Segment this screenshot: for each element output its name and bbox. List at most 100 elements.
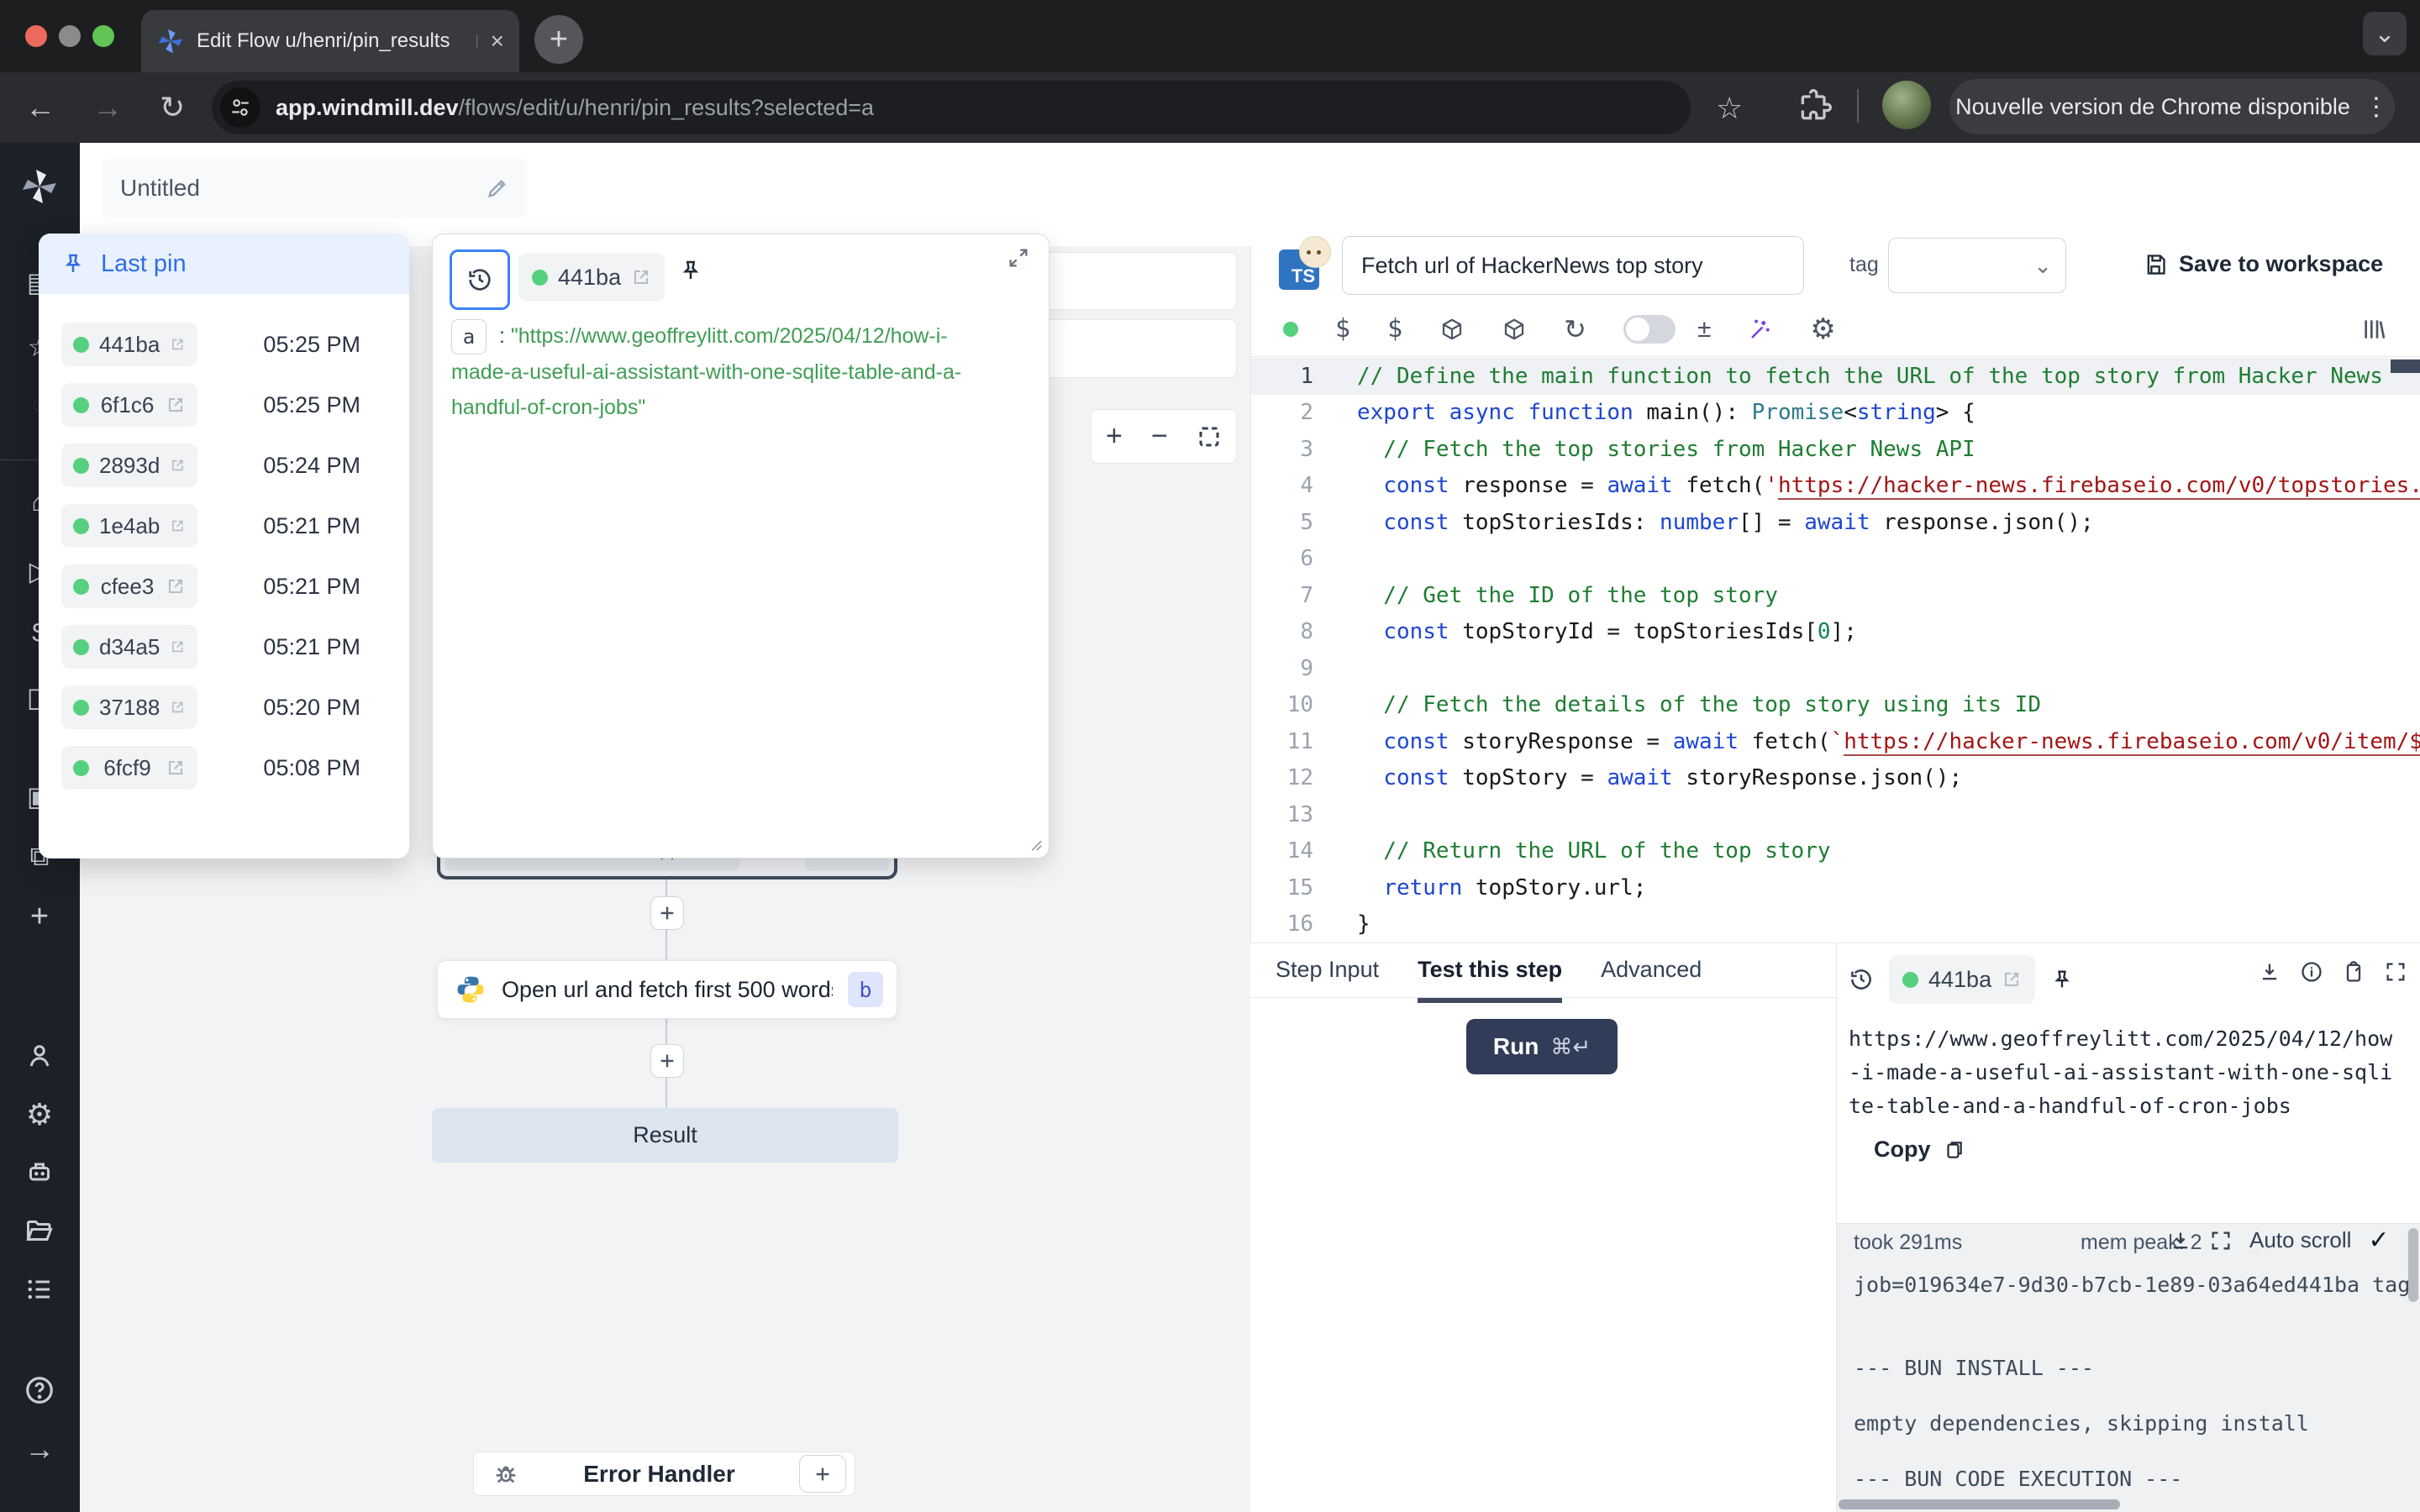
sidebar-item-folders-icon[interactable] (19, 1210, 60, 1251)
pin-list-item[interactable]: 37188 05:20 PM (61, 685, 409, 729)
external-link-icon[interactable] (166, 576, 186, 596)
history-icon[interactable] (1849, 967, 1874, 992)
pin-list-item[interactable]: 2893d 05:24 PM (61, 444, 409, 487)
job-id-badge[interactable]: 441ba (518, 253, 665, 302)
pin-list-item[interactable]: 441ba 05:25 PM (61, 323, 409, 366)
flow-result-node[interactable]: Result (432, 1108, 898, 1163)
error-handler-node[interactable]: Error Handler (473, 1452, 855, 1496)
site-settings-icon[interactable] (220, 87, 260, 128)
address-bar[interactable]: app.windmill.dev/flows/edit/u/henri/pin_… (212, 81, 1691, 134)
copy-button[interactable]: Copy (1874, 1137, 1965, 1163)
external-link-icon[interactable] (2002, 969, 2022, 990)
back-icon[interactable]: ← (25, 90, 55, 125)
external-link-icon[interactable] (170, 697, 186, 717)
zoom-in-icon[interactable]: + (1106, 420, 1123, 453)
pin-list-item[interactable]: cfee3 05:21 PM (61, 564, 409, 608)
job-id-badge[interactable]: 441ba (1889, 955, 2035, 1004)
library-icon[interactable] (2360, 316, 2387, 343)
clipboard-icon[interactable] (2342, 960, 2365, 984)
code-editor[interactable]: 1 // Define the main function to fetch t… (1251, 358, 2420, 942)
run-button[interactable]: Run ⌘↵ (1466, 1019, 1618, 1074)
code-line[interactable]: 3 // Fetch the top stories from Hacker N… (1251, 431, 2420, 468)
code-line[interactable]: 9 (1251, 650, 2420, 687)
chrome-update-button[interactable]: Nouvelle version de Chrome disponible ⋮ (1949, 79, 2395, 134)
diff-icon[interactable]: ± (1697, 315, 1711, 344)
flow-node-b[interactable]: Open url and fetch first 500 words of ..… (437, 960, 897, 1019)
pin-job-badge[interactable]: cfee3 (61, 564, 197, 608)
auto-scroll-checkbox[interactable]: ✓ (2368, 1226, 2389, 1255)
external-link-icon[interactable] (631, 267, 651, 287)
code-line[interactable]: 6 (1251, 541, 2420, 578)
code-line[interactable]: 1 // Define the main function to fetch t… (1251, 358, 2420, 395)
pin-job-badge[interactable]: 37188 (61, 685, 197, 729)
horizontal-scrollbar[interactable] (1839, 1499, 2120, 1509)
code-line[interactable]: 8 const topStoryId = topStoriesIds[0]; (1251, 614, 2420, 651)
diff-mode-toggle[interactable] (1623, 315, 1676, 344)
reload-icon[interactable]: ↻ (160, 90, 185, 125)
reload-icon[interactable]: ↻ (1564, 313, 1586, 345)
sidebar-item-audit-list-icon[interactable] (19, 1269, 60, 1310)
info-icon[interactable] (2300, 960, 2323, 984)
tab-close-icon[interactable]: × (491, 28, 504, 55)
external-link-icon[interactable] (170, 516, 186, 536)
package-icon[interactable] (1439, 317, 1465, 342)
close-window-button[interactable] (25, 25, 47, 47)
pin-list-item[interactable]: 6f1c6 05:25 PM (61, 383, 409, 427)
pin-icon[interactable] (2050, 968, 2074, 991)
external-link-icon[interactable] (166, 395, 186, 415)
pin-job-badge[interactable]: 2893d (61, 444, 197, 487)
add-step-button[interactable] (650, 1044, 684, 1078)
tab-advanced[interactable]: Advanced (1601, 957, 1702, 1003)
flow-name-field[interactable]: Untitled (102, 159, 528, 218)
pin-job-badge[interactable]: d34a5 (61, 625, 197, 669)
browser-tab[interactable]: Edit Flow u/henri/pin_results | × (141, 10, 519, 72)
expand-popup-icon[interactable] (1007, 246, 1030, 270)
code-line[interactable]: 2 export async function main(): Promise<… (1251, 395, 2420, 432)
pin-list-item[interactable]: 6fcf9 05:08 PM (61, 746, 409, 790)
tab-search-chevron-icon[interactable]: ⌄ (2363, 12, 2407, 55)
download-icon[interactable] (2258, 960, 2281, 984)
external-link-icon[interactable] (170, 455, 186, 475)
download-icon[interactable] (2169, 1229, 2192, 1252)
ai-wand-icon[interactable] (1748, 317, 1773, 342)
url-text[interactable]: app.windmill.dev/flows/edit/u/henri/pin_… (276, 95, 874, 121)
pin-list-item[interactable]: 1e4ab 05:21 PM (61, 504, 409, 548)
sidebar-item-workers-robot-icon[interactable] (19, 1152, 60, 1192)
code-line[interactable]: 10 // Fetch the details of the top story… (1251, 687, 2420, 724)
code-line[interactable]: 5 const topStoriesIds: number[] = await … (1251, 504, 2420, 541)
pin-job-badge[interactable]: 6f1c6 (61, 383, 197, 427)
sidebar-item-account-icon[interactable] (19, 1036, 60, 1076)
step-title-input[interactable]: Fetch url of HackerNews top story (1342, 236, 1804, 295)
bookmark-star-icon[interactable]: ☆ (1716, 91, 1743, 126)
code-line[interactable]: 16 } (1251, 906, 2420, 943)
code-line[interactable]: 13 (1251, 796, 2420, 833)
extensions-icon[interactable] (1797, 87, 1833, 124)
maximize-window-button[interactable] (92, 25, 114, 47)
pin-job-badge[interactable]: 6fcf9 (61, 746, 197, 790)
vertical-scrollbar[interactable] (2408, 1228, 2418, 1302)
browser-menu-icon[interactable]: ⋮ (2364, 92, 2389, 122)
settings-gear-icon[interactable]: ⚙ (1810, 312, 1835, 346)
pin-job-badge[interactable]: 441ba (61, 323, 197, 366)
pin-list-item[interactable]: d34a5 05:21 PM (61, 625, 409, 669)
code-line[interactable]: 11 const storyResponse = await fetch(`ht… (1251, 723, 2420, 760)
history-button[interactable] (450, 249, 510, 310)
code-line[interactable]: 15 return topStory.url; (1251, 869, 2420, 906)
sidebar-help-icon[interactable] (19, 1370, 60, 1410)
fullscreen-icon[interactable] (2209, 1229, 2233, 1252)
external-link-icon[interactable] (166, 758, 186, 778)
log-output[interactable]: job=019634e7-9d30-b7cb-1e89-03a64ed441ba… (1854, 1271, 2408, 1493)
add-step-button[interactable] (650, 896, 684, 930)
tab-step-input[interactable]: Step Input (1276, 957, 1379, 1003)
profile-avatar[interactable] (1882, 81, 1931, 129)
windmill-logo-icon[interactable] (19, 166, 60, 207)
tab-test-this-step[interactable]: Test this step (1418, 957, 1562, 1003)
pin-job-badge[interactable]: 1e4ab (61, 504, 197, 548)
sidebar-item-add-icon[interactable]: + (19, 896, 60, 937)
resize-handle-icon[interactable] (1025, 834, 1044, 853)
sidebar-item-settings-gear-icon[interactable]: ⚙ (19, 1095, 60, 1135)
pin-result-button[interactable] (678, 258, 703, 283)
fullscreen-icon[interactable] (2384, 960, 2407, 984)
resources-icon[interactable]: $ (1387, 314, 1402, 344)
code-line[interactable]: 7 // Get the ID of the top story (1251, 577, 2420, 614)
